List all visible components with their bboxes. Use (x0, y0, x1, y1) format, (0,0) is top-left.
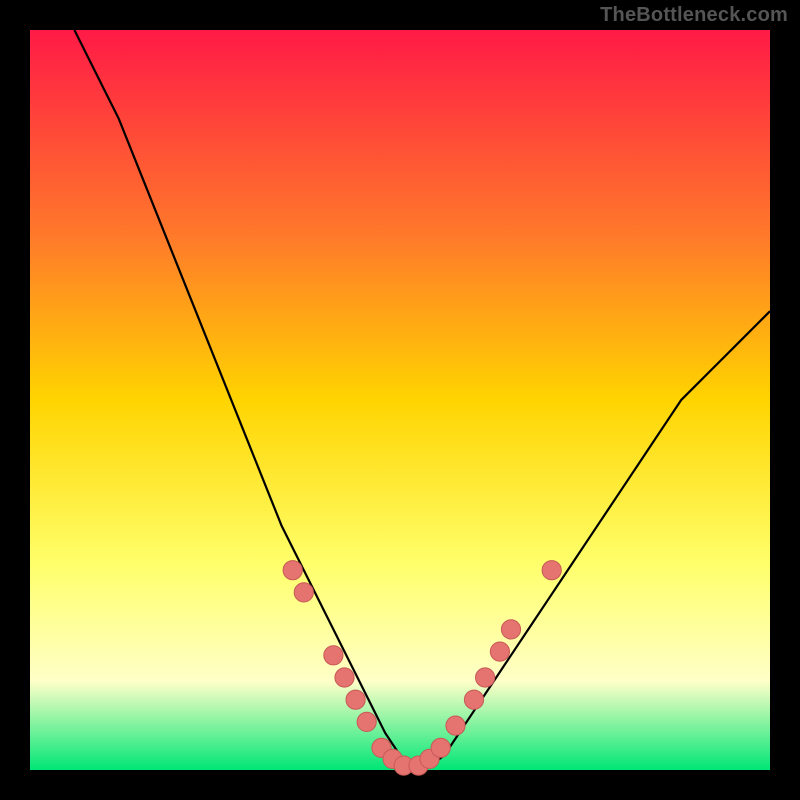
curve-marker (283, 561, 302, 580)
chart-frame: TheBottleneck.com (0, 0, 800, 800)
curve-marker (294, 583, 313, 602)
curve-marker (446, 716, 465, 735)
plot-gradient (30, 30, 770, 770)
curve-marker (431, 738, 450, 757)
curve-marker (464, 690, 483, 709)
curve-marker (324, 646, 343, 665)
curve-marker (501, 620, 520, 639)
curve-marker (476, 668, 495, 687)
curve-marker (346, 690, 365, 709)
bottleneck-chart (0, 0, 800, 800)
curve-marker (357, 712, 376, 731)
curve-marker (490, 642, 509, 661)
curve-marker (542, 561, 561, 580)
watermark-text: TheBottleneck.com (600, 4, 788, 27)
curve-marker (335, 668, 354, 687)
